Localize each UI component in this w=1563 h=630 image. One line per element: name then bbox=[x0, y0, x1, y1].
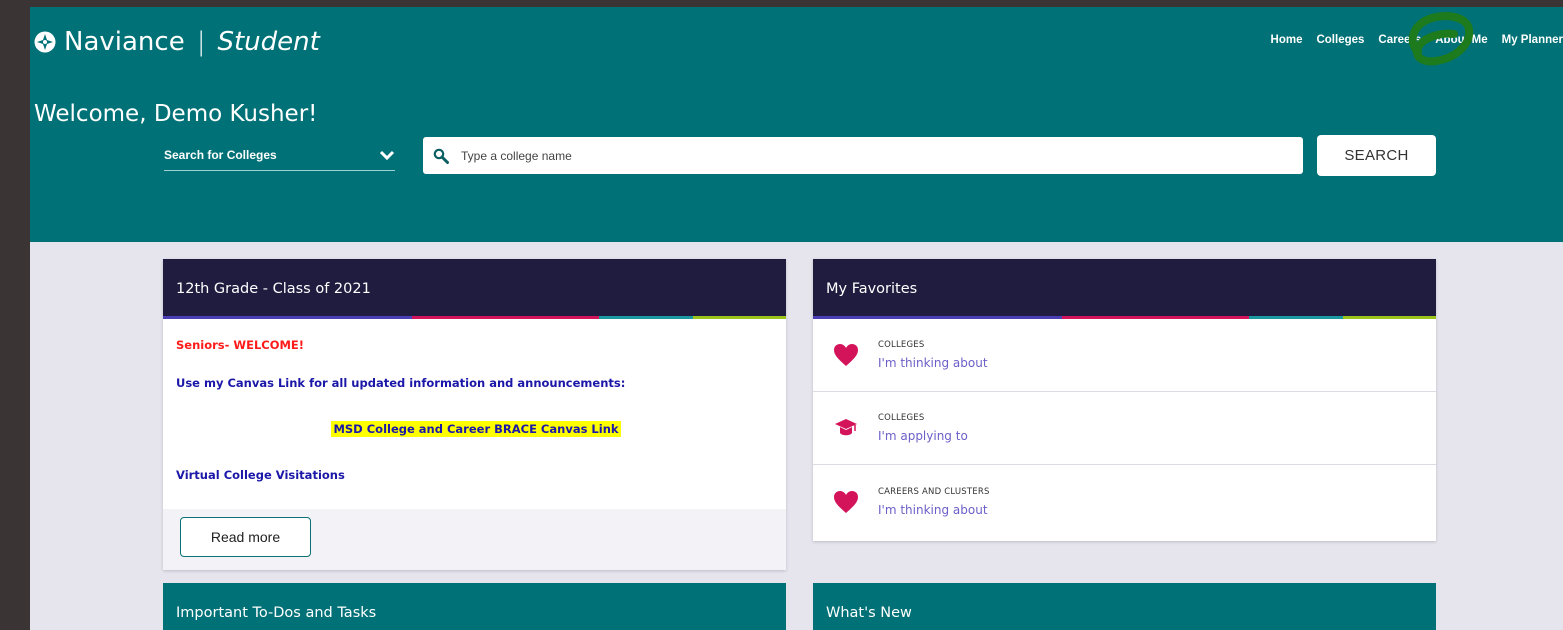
favorite-link[interactable]: I'm thinking about bbox=[878, 503, 990, 517]
chevron-down-icon bbox=[379, 150, 395, 160]
top-nav: Home Colleges Careers About Me My Planne… bbox=[1271, 34, 1563, 46]
favorite-category: COLLEGES bbox=[878, 413, 925, 423]
favorites-card: My Favorites COLLEGES I'm thinking about… bbox=[813, 259, 1436, 541]
brand-name: Naviance bbox=[64, 27, 185, 57]
announcement-body: Seniors- WELCOME! Use my Canvas Link for… bbox=[163, 319, 786, 509]
welcome-heading: Welcome, Demo Kusher! bbox=[34, 101, 318, 127]
nav-my-planner[interactable]: My Planner bbox=[1502, 34, 1563, 46]
nav-about-me[interactable]: About Me bbox=[1435, 34, 1487, 46]
whats-new-card: What's New bbox=[813, 583, 1436, 630]
heart-icon bbox=[832, 341, 860, 369]
app-frame: Naviance | Student Home Colleges Careers… bbox=[30, 7, 1563, 630]
nav-colleges[interactable]: Colleges bbox=[1316, 34, 1364, 46]
whats-new-card-header: What's New bbox=[813, 583, 1436, 630]
favorites-card-header: My Favorites bbox=[813, 259, 1436, 319]
header-hero: Naviance | Student Home Colleges Careers… bbox=[30, 7, 1563, 242]
brand-logo[interactable]: Naviance | Student bbox=[34, 25, 320, 59]
graduation-cap-icon bbox=[832, 414, 860, 442]
nav-home[interactable]: Home bbox=[1271, 34, 1303, 46]
favorite-colleges-thinking[interactable]: COLLEGES I'm thinking about bbox=[813, 319, 1436, 392]
favorite-colleges-applying[interactable]: COLLEGES I'm applying to bbox=[813, 392, 1436, 465]
search-mode-label: Search for Colleges bbox=[164, 147, 277, 162]
announcement-line-visitations: Virtual College Visitations bbox=[176, 468, 345, 482]
favorite-careers-thinking[interactable]: CAREERS AND CLUSTERS I'm thinking about bbox=[813, 465, 1436, 538]
favorite-link[interactable]: I'm applying to bbox=[878, 429, 968, 443]
naviance-compass-icon bbox=[34, 31, 56, 53]
search-mode-select[interactable]: Search for Colleges bbox=[164, 139, 395, 171]
college-search-input[interactable] bbox=[459, 147, 1263, 164]
search-button[interactable]: SEARCH bbox=[1317, 135, 1436, 176]
todos-card-header: Important To-Dos and Tasks bbox=[163, 583, 786, 630]
search-icon bbox=[433, 148, 449, 164]
announcement-line-welcome: Seniors- WELCOME! bbox=[176, 338, 305, 352]
color-stripe bbox=[813, 316, 1436, 319]
heart-icon bbox=[832, 488, 860, 516]
favorites-title: My Favorites bbox=[826, 281, 918, 297]
favorite-link[interactable]: I'm thinking about bbox=[878, 356, 988, 370]
brand-separator: | bbox=[196, 27, 206, 57]
announcement-card-header: 12th Grade - Class of 2021 bbox=[163, 259, 786, 319]
college-search-box bbox=[423, 137, 1303, 174]
favorite-category: CAREERS AND CLUSTERS bbox=[878, 486, 990, 497]
announcement-title: 12th Grade - Class of 2021 bbox=[176, 281, 371, 297]
todos-card: Important To-Dos and Tasks bbox=[163, 583, 786, 630]
announcement-line-canvas: Use my Canvas Link for all updated infor… bbox=[176, 376, 626, 390]
announcement-card: 12th Grade - Class of 2021 Seniors- WELC… bbox=[163, 259, 786, 570]
brand-product: Student bbox=[217, 27, 320, 57]
nav-careers[interactable]: Careers bbox=[1378, 34, 1421, 46]
whats-new-title: What's New bbox=[826, 605, 912, 621]
canvas-link[interactable]: MSD College and Career BRACE Canvas Link bbox=[331, 421, 621, 437]
read-more-button[interactable]: Read more bbox=[180, 517, 311, 557]
favorite-category: COLLEGES bbox=[878, 340, 925, 350]
read-more-area: Read more bbox=[163, 509, 786, 570]
todos-title: Important To-Dos and Tasks bbox=[176, 605, 377, 621]
